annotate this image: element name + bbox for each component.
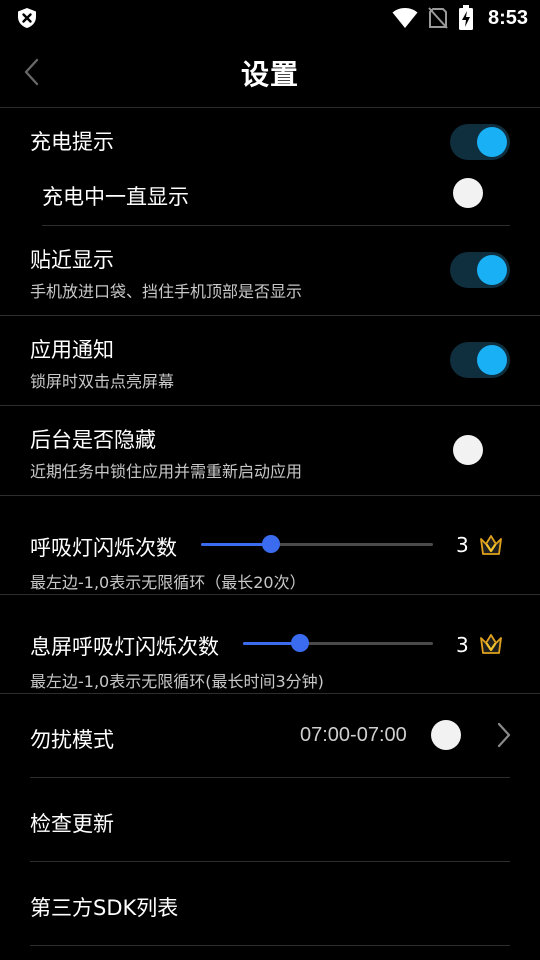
divider (30, 777, 510, 778)
wifi-icon (392, 8, 418, 28)
breath-count-label: 呼吸灯闪烁次数 (30, 536, 177, 560)
divider (30, 861, 510, 862)
hide-background-label: 后台是否隐藏 (30, 428, 156, 452)
page-title: 设置 (240, 58, 299, 91)
header: 设置 (0, 36, 540, 108)
divider (0, 405, 540, 406)
divider (0, 693, 540, 694)
sdk-list-item[interactable]: 第三方SDK列表 (30, 892, 178, 922)
proximity-description: 手机放进口袋、挡住手机顶部是否显示 (30, 282, 303, 301)
check-update-item[interactable]: 检查更新 (30, 808, 114, 838)
app-notify-label: 应用通知 (30, 338, 114, 362)
screen-off-breath-label: 息屏呼吸灯闪烁次数 (30, 635, 219, 659)
app-notify-description: 锁屏时双击点亮屏幕 (30, 372, 175, 391)
toggle-knob (431, 720, 461, 750)
screen-off-breath-value: 3 (456, 633, 469, 657)
battery-charging-icon (458, 5, 473, 30)
toggle-knob (453, 435, 483, 465)
proximity-toggle[interactable] (450, 252, 510, 288)
app-notify-toggle[interactable] (450, 342, 510, 378)
dnd-label: 勿扰模式 (30, 728, 114, 752)
hide-background-description: 近期任务中锁住应用并需重新启动应用 (30, 462, 303, 481)
crown-icon (480, 535, 502, 555)
toggle-knob (453, 178, 483, 208)
charging-always-label: 充电中一直显示 (42, 185, 189, 209)
chevron-right-icon[interactable] (496, 722, 512, 748)
slider-fill (201, 543, 271, 546)
breath-count-slider[interactable] (201, 534, 433, 554)
slider-thumb[interactable] (261, 535, 280, 553)
no-sim-icon (428, 7, 448, 29)
status-bar: 8:53 (0, 0, 540, 36)
breath-count-value: 3 (456, 533, 469, 557)
shield-x-icon (18, 8, 36, 28)
toggle-knob (477, 127, 507, 157)
divider (0, 315, 540, 316)
dnd-toggle[interactable] (428, 717, 488, 753)
hide-background-toggle[interactable] (450, 432, 510, 468)
charging-always-toggle[interactable] (450, 175, 510, 211)
slider-thumb[interactable] (291, 634, 309, 652)
charging-tip-label: 充电提示 (30, 130, 114, 154)
divider (42, 225, 510, 226)
crown-icon (480, 634, 502, 654)
proximity-label: 贴近显示 (30, 248, 114, 272)
charging-tip-toggle[interactable] (450, 124, 510, 160)
screen-off-breath-slider[interactable] (243, 633, 433, 653)
divider (0, 594, 540, 595)
toggle-knob (477, 255, 507, 285)
screen-off-breath-description: 最左边-1,0表示无限循环(最长时间3分钟) (30, 672, 324, 691)
divider (0, 495, 540, 496)
breath-count-description: 最左边-1,0表示无限循环（最长20次） (30, 573, 306, 592)
toggle-knob (477, 345, 507, 375)
status-time: 8:53 (487, 6, 528, 29)
divider (30, 945, 510, 946)
dnd-time-range[interactable]: 07:00-07:00 (300, 724, 407, 747)
